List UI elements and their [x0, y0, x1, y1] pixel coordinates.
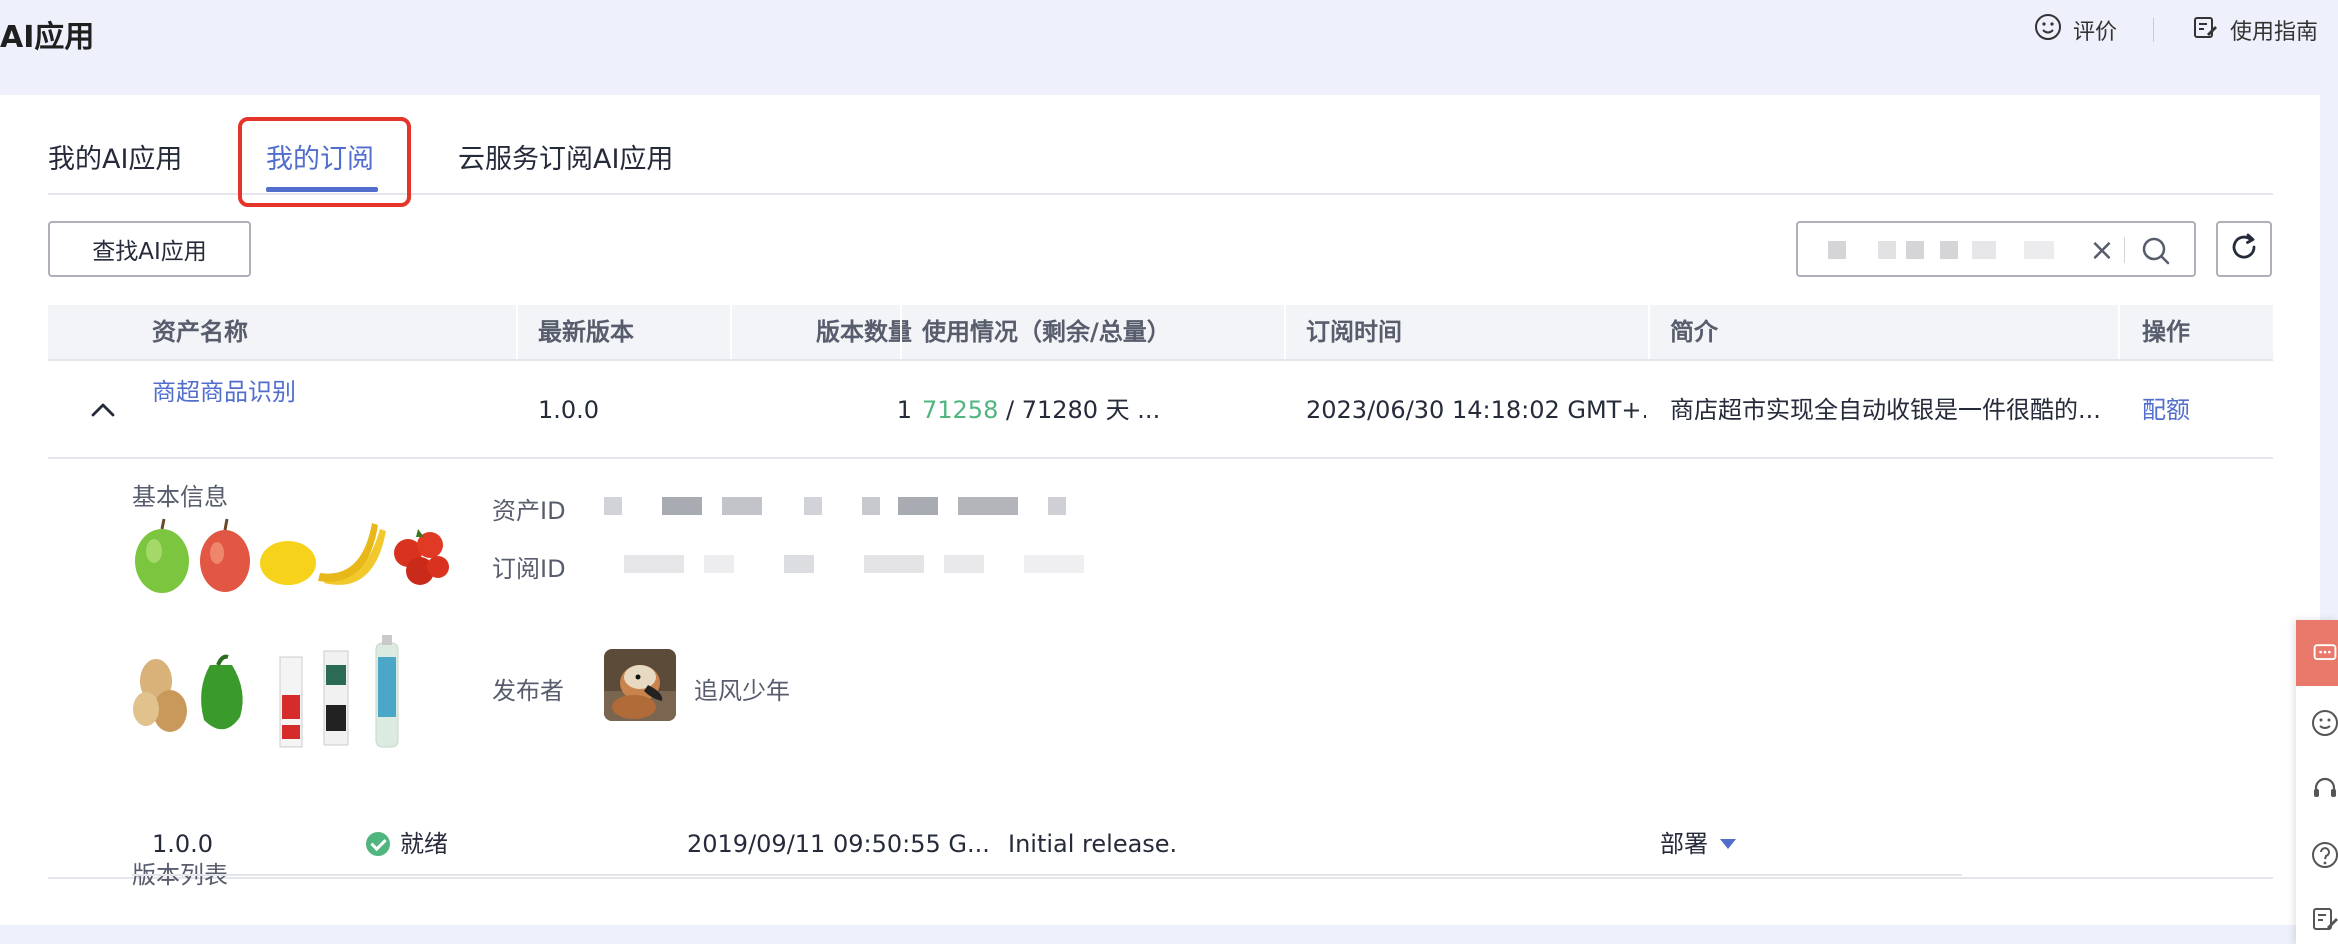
help-icon[interactable] — [2310, 840, 2338, 872]
column-separator — [2118, 305, 2120, 359]
chat-icon[interactable] — [2296, 620, 2338, 686]
column-subscribe-time[interactable]: 订阅时间 — [1306, 305, 1402, 359]
floating-side-toolbar — [2296, 620, 2338, 944]
subscribe-time-cell: 2023/06/30 14:18:02 GMT+... — [1306, 396, 1646, 424]
page-title: AI应用 — [0, 20, 95, 55]
column-asset-name[interactable]: 资产名称 — [152, 305, 248, 359]
column-latest-version[interactable]: 最新版本 — [538, 305, 634, 359]
deploy-label: 部署 — [1660, 830, 1708, 858]
asset-name-link[interactable]: 商超商品识别 — [152, 361, 296, 459]
status-text: 就绪 — [400, 830, 448, 858]
asset-id-value — [604, 493, 1104, 517]
column-separator — [516, 305, 518, 359]
status-cell: 就绪 — [366, 812, 448, 876]
user-guide-label: 使用指南 — [2229, 20, 2318, 45]
top-actions: 评价 使用指南 — [2033, 10, 2318, 50]
tab-bar: 我的AI应用 我的订阅 云服务订阅AI应用 — [48, 95, 2273, 207]
publisher-name: 追风少年 — [694, 677, 790, 705]
deploy-dropdown[interactable]: 部署 — [1660, 812, 1736, 876]
usage-remaining: 71258 — [922, 396, 999, 424]
search-divider — [2124, 237, 2125, 263]
tab-cloud-subscriptions[interactable]: 云服务订阅AI应用 — [458, 137, 673, 176]
smiley-icon — [2033, 12, 2063, 48]
top-bar: AI应用 评价 使用指南 — [0, 0, 2338, 90]
version-row — [132, 905, 1962, 944]
feedback-link[interactable]: 评价 — [2033, 12, 2117, 48]
edit-note-icon[interactable] — [2310, 904, 2338, 936]
description-cell: 商店超市实现全自动收银是一件很酷的... — [1670, 396, 2101, 424]
column-separator — [1284, 305, 1286, 359]
asset-thumbnail — [132, 515, 452, 751]
tab-highlight-box — [238, 117, 411, 207]
column-separator — [900, 305, 902, 359]
search-icon[interactable] — [2136, 231, 2176, 271]
refresh-button[interactable] — [2216, 221, 2272, 277]
headset-icon[interactable] — [2310, 774, 2338, 806]
asset-id-label: 资产ID — [492, 497, 566, 525]
blurred-search-text — [1828, 241, 2078, 267]
tab-my-ai-apps[interactable]: 我的AI应用 — [48, 137, 182, 176]
find-ai-app-button[interactable]: 查找AI应用 — [48, 221, 251, 277]
column-separator — [1648, 305, 1650, 359]
version-count-cell: 1 — [896, 396, 912, 424]
guide-edit-icon — [2190, 12, 2220, 48]
avatar — [604, 649, 676, 721]
publisher-label: 发布者 — [492, 677, 564, 705]
table-row: 商超商品识别 1.0.0 1 71258 / 71280 天 ... 2023/… — [48, 361, 2273, 459]
check-circle-icon — [366, 832, 390, 856]
subscription-id-value — [604, 551, 1104, 575]
version-note-cell: Initial release. — [1008, 830, 1178, 858]
column-usage[interactable]: 使用情况（剩余/总量） — [922, 305, 1171, 359]
table-row: 1.0.0 就绪 2019/09/11 09:50:55 G... Initia… — [132, 812, 1962, 876]
caret-down-icon — [1720, 839, 1736, 849]
chevron-up-icon[interactable] — [88, 395, 118, 425]
quota-link[interactable]: 配额 — [2142, 361, 2190, 459]
latest-version-cell: 1.0.0 — [538, 396, 600, 424]
version-link[interactable]: 1.0.0 — [152, 812, 213, 876]
basic-info-title: 基本信息 — [132, 483, 228, 511]
usage-rest: / 71280 天 ... — [998, 396, 1161, 424]
clear-search-icon[interactable]: × — [2084, 231, 2120, 269]
main-card: 我的AI应用 我的订阅 云服务订阅AI应用 查找AI应用 × 资产名称 最新版本 — [0, 95, 2320, 925]
refresh-icon — [2226, 229, 2262, 269]
search-box: × — [1796, 221, 2196, 277]
divider — [2152, 18, 2154, 42]
feedback-label: 评价 — [2072, 20, 2117, 45]
user-guide-link[interactable]: 使用指南 — [2190, 12, 2318, 48]
column-action: 操作 — [2142, 318, 2190, 346]
column-separator — [730, 305, 732, 359]
usage-cell: 71258 / 71280 天 ... — [922, 361, 1282, 459]
smiley-icon[interactable] — [2310, 708, 2338, 740]
column-description[interactable]: 简介 — [1670, 305, 1718, 359]
column-version-count[interactable]: 版本数量 — [736, 305, 912, 359]
version-time-cell: 2019/09/11 09:50:55 G... — [687, 830, 990, 858]
subscription-id-label: 订阅ID — [492, 555, 566, 583]
table-header: 资产名称 最新版本 版本数量 使用情况（剩余/总量） 订阅时间 简介 操作 — [48, 305, 2273, 361]
